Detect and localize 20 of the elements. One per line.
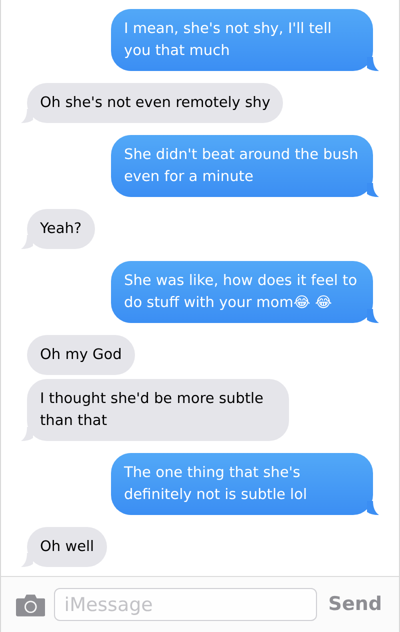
message-bubble: I mean, she's not shy, I'll tell you that much [111, 9, 373, 71]
message-bubble: Oh my God [27, 335, 135, 375]
bubble-tail-icon [21, 235, 33, 249]
message-bubble: Yeah? [27, 209, 95, 249]
camera-icon[interactable] [16, 592, 46, 616]
bubble-tail-icon [367, 309, 379, 323]
message-input-field[interactable]: iMessage [54, 588, 318, 621]
message-bubble: The one thing that she's definitely not is subtle lol [111, 453, 373, 515]
bubble-tail-icon [21, 427, 33, 441]
bubble-tail-icon [21, 553, 33, 567]
message-bubble: She didn't beat around the bush even for a minute [111, 135, 373, 197]
bubble-tail-icon [367, 183, 379, 197]
message-bubble: Oh well [27, 527, 108, 567]
message-bubble: I thought she'd be more subtle than that [27, 379, 289, 441]
message-bubble: She was like, how does it feel to do stuff with your mom😂 😂 [111, 261, 373, 323]
bubble-tail-icon [367, 57, 379, 71]
bubble-tail-icon [21, 109, 33, 123]
message-bubble: Oh she's not even remotely shy [27, 83, 284, 123]
bubble-tail-icon [367, 501, 379, 515]
send-button[interactable]: Send [326, 590, 384, 619]
